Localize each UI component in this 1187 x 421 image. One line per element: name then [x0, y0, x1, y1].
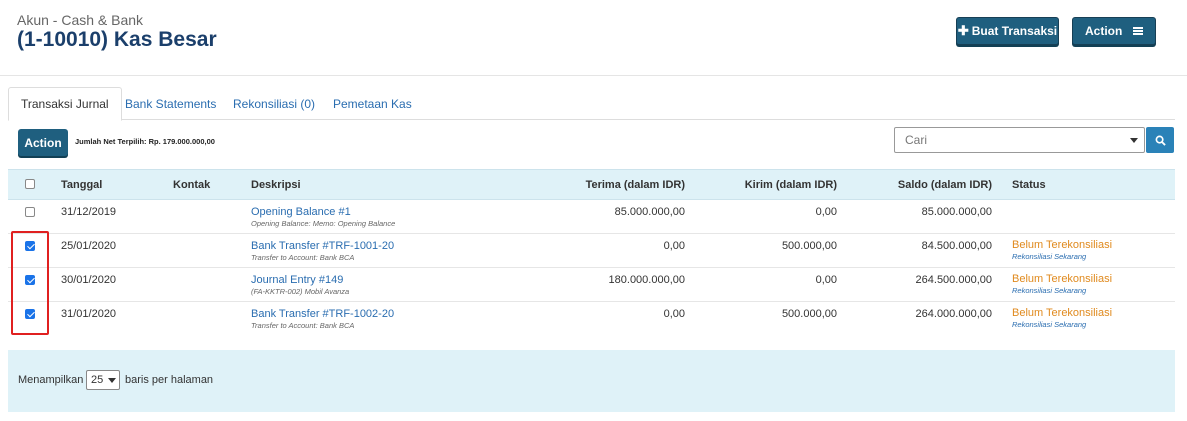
plus-icon: ✚ — [957, 23, 969, 38]
row-saldo: 84.500.000,00 — [921, 240, 992, 252]
buat-transaksi-button[interactable]: ✚ Buat Transaksi — [956, 17, 1059, 45]
col-status: Status — [1012, 179, 1046, 191]
header-action-label: Action — [1085, 24, 1123, 38]
rekonsiliasi-sekarang-link[interactable]: Rekonsiliasi Sekarang — [1012, 286, 1086, 295]
footer-suffix: baris per halaman — [125, 374, 214, 386]
search-input[interactable]: Cari — [894, 127, 1145, 153]
rekonsiliasi-sekarang-link[interactable]: Rekonsiliasi Sekarang — [1012, 252, 1086, 261]
tab-transaksi-jurnal[interactable]: Transaksi Jurnal — [8, 87, 122, 121]
footer-prefix: Menampilkan — [18, 374, 84, 386]
search-placeholder: Cari — [905, 133, 928, 147]
row-kirim: 500.000,00 — [781, 240, 837, 252]
row-saldo: 85.000.000,00 — [921, 206, 992, 218]
row-kirim: 500.000,00 — [781, 308, 837, 320]
selection-highlight-box — [11, 231, 49, 335]
page-header: Akun - Cash & Bank (1-10010) Kas Besar ✚… — [0, 0, 1187, 76]
col-kirim: Kirim (dalam IDR) — [744, 179, 837, 191]
row-memo: Opening Balance: Memo: Opening Balance — [251, 219, 396, 228]
table-header: Tanggal Kontak Deskripsi Terima (dalam I… — [8, 169, 1175, 200]
row-deskripsi-link[interactable]: Bank Transfer #TRF-1002-20 — [251, 308, 394, 320]
select-all-checkbox[interactable] — [25, 179, 35, 189]
tab-pemetaan-kas[interactable]: Pemetaan Kas — [321, 87, 424, 120]
row-kirim: 0,00 — [815, 206, 837, 218]
per-page-value: 25 — [91, 374, 104, 386]
menu-icon — [1133, 27, 1143, 35]
row-tanggal: 25/01/2020 — [61, 240, 117, 252]
per-page-select[interactable]: 25 — [86, 370, 120, 390]
row-deskripsi-link[interactable]: Bank Transfer #TRF-1001-20 — [251, 240, 394, 252]
chevron-down-icon — [108, 378, 116, 383]
tab-bar: Transaksi Jurnal Bank Statements Rekonsi… — [8, 87, 1175, 121]
table-row: 25/01/2020 Bank Transfer #TRF-1001-20 Tr… — [8, 234, 1175, 268]
page-title: (1-10010) Kas Besar — [17, 28, 217, 51]
net-selected-amount: Jumlah Net Terpilih: Rp. 179.000.000,00 — [75, 137, 215, 146]
tab-bank-statements[interactable]: Bank Statements — [113, 87, 228, 120]
row-tanggal: 31/01/2020 — [61, 308, 117, 320]
col-tanggal: Tanggal — [61, 179, 103, 191]
row-terima: 0,00 — [663, 240, 685, 252]
search-button[interactable] — [1146, 127, 1174, 153]
row-deskripsi-link[interactable]: Journal Entry #149 — [251, 274, 343, 286]
status-badge: Belum Terekonsiliasi — [1012, 307, 1113, 319]
rekonsiliasi-sekarang-link[interactable]: Rekonsiliasi Sekarang — [1012, 320, 1086, 329]
row-memo: (FA-KKTR-002) Mobil Avanza — [251, 287, 350, 296]
col-terima: Terima (dalam IDR) — [585, 179, 685, 191]
row-kirim: 0,00 — [815, 274, 837, 286]
pagination-footer: Menampilkan 25 baris per halaman — [8, 350, 1175, 412]
row-tanggal: 30/01/2020 — [61, 274, 117, 286]
chevron-down-icon — [1130, 138, 1138, 143]
status-badge: Belum Terekonsiliasi — [1012, 273, 1113, 285]
row-tanggal: 31/12/2019 — [61, 206, 117, 218]
buat-transaksi-label: Buat Transaksi — [971, 24, 1058, 38]
table-row: 31/01/2020 Bank Transfer #TRF-1002-20 Tr… — [8, 302, 1175, 336]
search-icon — [1155, 135, 1166, 146]
tab-rekonsiliasi[interactable]: Rekonsiliasi (0) — [221, 87, 327, 120]
row-saldo: 264.500.000,00 — [915, 274, 992, 286]
row-saldo: 264.000.000,00 — [915, 308, 992, 320]
row-memo: Transfer to Account: Bank BCA — [251, 321, 355, 330]
row-deskripsi-link[interactable]: Opening Balance #1 — [251, 206, 351, 218]
row-terima: 180.000.000,00 — [608, 274, 685, 286]
row-memo: Transfer to Account: Bank BCA — [251, 253, 355, 262]
col-deskripsi: Deskripsi — [251, 179, 301, 191]
table-row: 31/12/2019 Opening Balance #1 Opening Ba… — [8, 200, 1175, 234]
page-subtitle: Akun - Cash & Bank — [17, 12, 144, 28]
row-checkbox[interactable] — [25, 207, 35, 217]
table-row: 30/01/2020 Journal Entry #149 (FA-KKTR-0… — [8, 268, 1175, 302]
row-terima: 0,00 — [663, 308, 685, 320]
col-saldo: Saldo (dalam IDR) — [897, 179, 992, 191]
table-action-button[interactable]: Action — [18, 129, 68, 156]
row-terima: 85.000.000,00 — [614, 206, 685, 218]
col-kontak: Kontak — [173, 179, 211, 191]
status-badge: Belum Terekonsiliasi — [1012, 239, 1113, 251]
header-action-button[interactable]: Action — [1072, 17, 1156, 45]
